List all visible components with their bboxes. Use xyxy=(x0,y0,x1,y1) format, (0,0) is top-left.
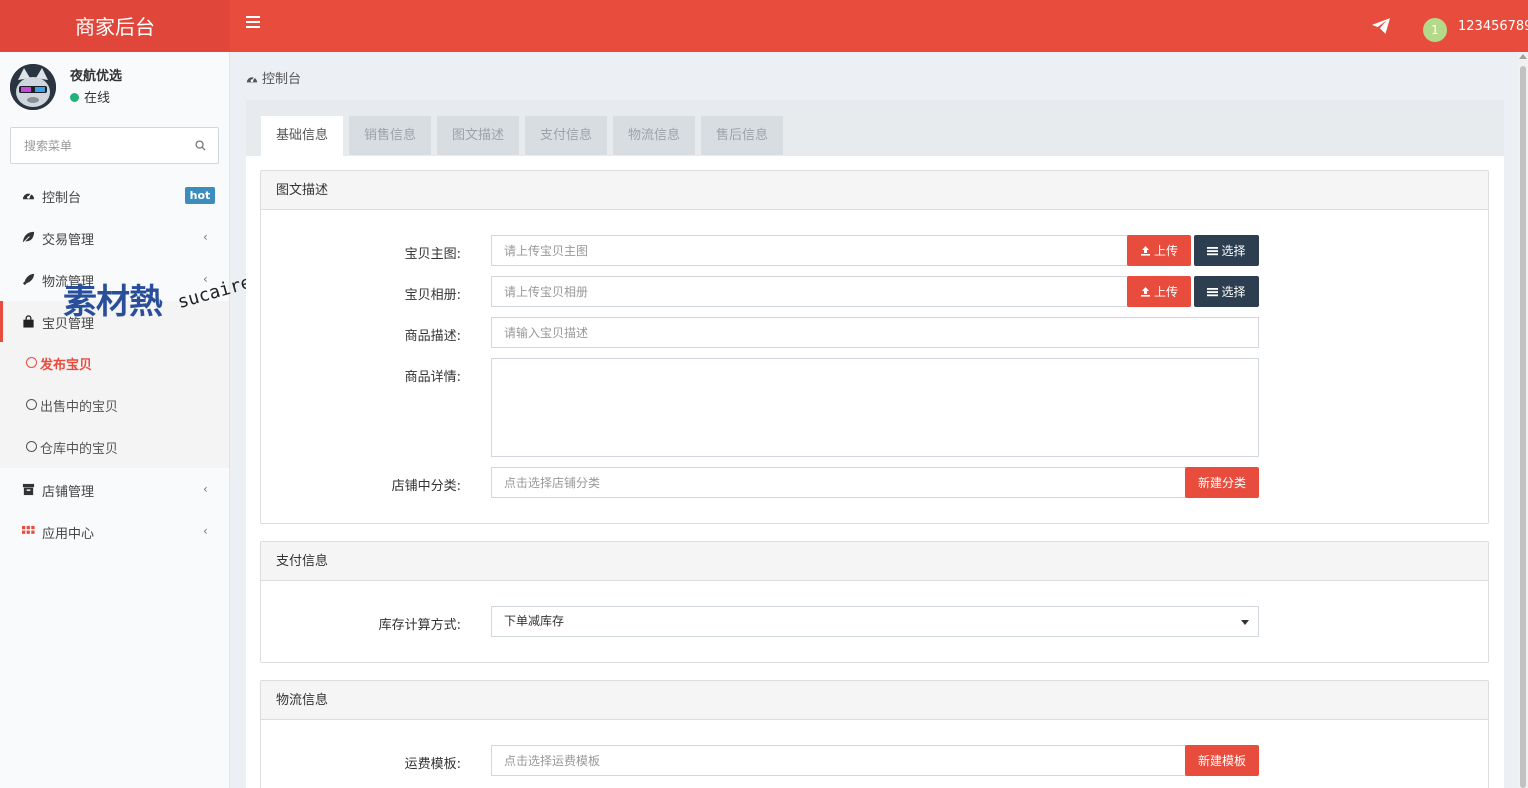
scroll-up-arrow-icon[interactable] xyxy=(1519,54,1527,59)
breadcrumb[interactable]: 控制台 xyxy=(246,68,301,87)
list-icon xyxy=(1207,246,1219,255)
store-category-label: 店铺中分类: xyxy=(391,479,461,494)
submenu-item-warehouse[interactable]: 仓库中的宝贝 xyxy=(0,426,229,468)
circle-icon xyxy=(26,357,37,368)
album-label: 宝贝相册: xyxy=(404,288,461,303)
tab-payment[interactable]: 支付信息 xyxy=(525,116,608,155)
select-album-button[interactable]: 选择 xyxy=(1194,276,1259,307)
watermark-logo-text: 素材熱 xyxy=(63,282,163,322)
main-image-input[interactable] xyxy=(491,235,1128,266)
scrollbar-thumb[interactable] xyxy=(1520,66,1526,788)
dashboard-icon xyxy=(22,193,35,200)
product-detail-textarea[interactable] xyxy=(491,358,1259,457)
select-label: 选择 xyxy=(1221,244,1246,258)
sidebar-item-label: 应用中心 xyxy=(42,527,95,542)
upload-main-image-button[interactable]: 上传 xyxy=(1127,235,1191,266)
main-image-label: 宝贝主图: xyxy=(404,247,461,262)
panel-title: 图文描述 xyxy=(261,171,1488,210)
list-icon xyxy=(1207,287,1219,296)
product-desc-label: 商品描述: xyxy=(404,329,461,344)
submenu-item-label: 仓库中的宝贝 xyxy=(40,442,119,457)
sidebar-search xyxy=(10,127,219,164)
new-template-button[interactable]: 新建模板 xyxy=(1185,745,1259,776)
top-header: 商家后台 1 123456789 xyxy=(0,0,1528,52)
panel-logistics: 物流信息 运费模板: 新建模板 xyxy=(260,680,1489,788)
main-content: 基础信息 销售信息 图文描述 支付信息 物流信息 售后信息 图文描述 宝贝主图:… xyxy=(246,100,1504,788)
select-label: 选择 xyxy=(1221,285,1246,299)
tab-logistics[interactable]: 物流信息 xyxy=(613,116,696,155)
grid-icon xyxy=(22,525,35,534)
brand-logo[interactable]: 商家后台 xyxy=(0,0,230,52)
sidebar-item-apps[interactable]: 应用中心 ‹ xyxy=(0,511,229,553)
stock-method-select[interactable]: 下单减库存 xyxy=(491,606,1259,637)
upload-label: 上传 xyxy=(1153,244,1178,258)
chevron-left-icon: ‹ xyxy=(203,230,208,244)
upload-album-button[interactable]: 上传 xyxy=(1127,276,1191,307)
chevron-left-icon: ‹ xyxy=(203,524,208,538)
sidebar-item-store[interactable]: 店铺管理 ‹ xyxy=(0,469,229,511)
user-name[interactable]: 123456789 xyxy=(1458,19,1528,34)
hot-badge: hot xyxy=(185,187,215,204)
search-input[interactable] xyxy=(11,128,181,163)
breadcrumb-label: 控制台 xyxy=(262,72,302,87)
upload-label: 上传 xyxy=(1153,285,1178,299)
new-category-button[interactable]: 新建分类 xyxy=(1185,467,1259,498)
profile-status: 在线 xyxy=(70,87,110,106)
circle-icon xyxy=(26,399,37,410)
panel-title: 支付信息 xyxy=(261,542,1488,581)
sidebar-item-label: 控制台 xyxy=(42,191,82,206)
circle-icon xyxy=(26,441,37,452)
store-category-input[interactable] xyxy=(491,467,1186,498)
panel-title: 物流信息 xyxy=(261,681,1488,720)
submenu-item-label: 发布宝贝 xyxy=(40,358,93,373)
freight-template-input[interactable] xyxy=(491,745,1186,776)
panel-payment: 支付信息 库存计算方式: 下单减库存 xyxy=(260,541,1489,663)
product-desc-input[interactable] xyxy=(491,317,1259,348)
profile-name: 夜航优选 xyxy=(70,69,123,84)
dashboard-icon xyxy=(246,76,258,82)
status-text: 在线 xyxy=(84,91,111,106)
search-icon[interactable] xyxy=(195,140,206,151)
submenu-item-on-sale[interactable]: 出售中的宝贝 xyxy=(0,384,229,426)
chevron-left-icon: ‹ xyxy=(203,482,208,496)
products-submenu: 发布宝贝 出售中的宝贝 仓库中的宝贝 xyxy=(0,342,229,468)
rocket-icon xyxy=(22,273,35,286)
shopping-bag-icon xyxy=(23,315,34,328)
album-input[interactable] xyxy=(491,276,1128,307)
stock-method-value: 下单减库存 xyxy=(504,614,565,628)
tab-sales-info[interactable]: 销售信息 xyxy=(349,116,432,155)
page-scrollbar[interactable] xyxy=(1518,52,1528,788)
submenu-item-publish[interactable]: 发布宝贝 xyxy=(0,342,229,384)
sidebar-item-label: 店铺管理 xyxy=(42,485,95,500)
product-detail-label: 商品详情: xyxy=(404,370,461,385)
menu-toggle-icon[interactable] xyxy=(246,16,260,30)
tab-after-sales[interactable]: 售后信息 xyxy=(701,116,784,155)
tabs-bar: 基础信息 销售信息 图文描述 支付信息 物流信息 售后信息 xyxy=(246,100,1504,156)
leaf-icon xyxy=(22,231,35,244)
profile-avatar xyxy=(10,64,56,110)
panel-description: 图文描述 宝贝主图: 上传 选择 宝贝相册: 上传 选择 商品描述: 商品详情:… xyxy=(260,170,1489,524)
upload-icon xyxy=(1140,246,1150,256)
tab-basic-info[interactable]: 基础信息 xyxy=(261,116,344,156)
caret-down-icon xyxy=(1241,620,1249,625)
stock-method-label: 库存计算方式: xyxy=(378,618,461,633)
freight-template-label: 运费模板: xyxy=(404,757,461,772)
archive-icon xyxy=(22,483,35,496)
tab-description[interactable]: 图文描述 xyxy=(437,116,520,155)
paper-plane-icon[interactable] xyxy=(1372,18,1390,34)
sidebar-item-label: 交易管理 xyxy=(42,233,95,248)
user-avatar[interactable]: 1 xyxy=(1423,18,1447,42)
submenu-item-label: 出售中的宝贝 xyxy=(40,400,119,415)
select-main-image-button[interactable]: 选择 xyxy=(1194,235,1259,266)
upload-icon xyxy=(1140,287,1150,297)
sidebar: 夜航优选 在线 控制台 hot 交易管理 ‹ 物流管理 ‹ 宝贝管理 发布宝贝 … xyxy=(0,52,230,788)
online-dot-icon xyxy=(70,93,79,102)
sidebar-item-trade[interactable]: 交易管理 ‹ xyxy=(0,217,229,259)
